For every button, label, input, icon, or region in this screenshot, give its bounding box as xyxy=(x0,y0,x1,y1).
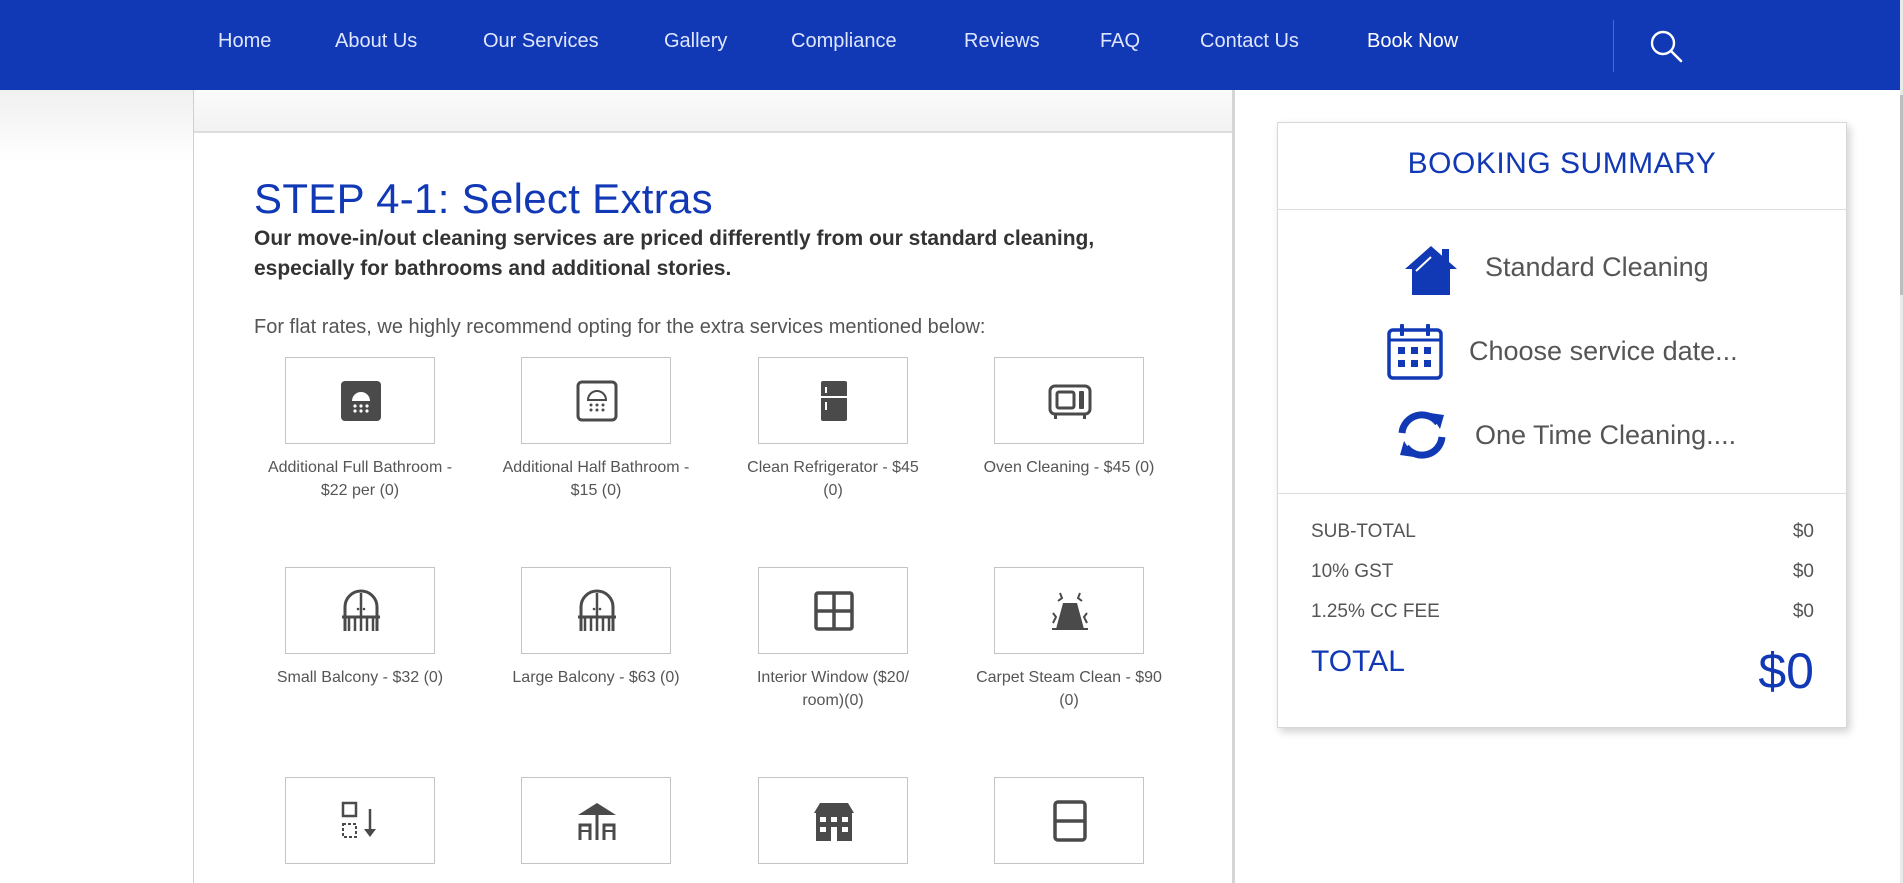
summary-divider xyxy=(1278,493,1846,494)
summary-divider xyxy=(1278,209,1846,210)
house-building-icon xyxy=(814,803,854,841)
nav-divider xyxy=(1613,20,1614,72)
nav-compliance[interactable]: Compliance xyxy=(791,30,897,53)
extra-label: Interior Window ($20/ room)(0) xyxy=(756,669,910,709)
nav-about-us[interactable]: About Us xyxy=(335,30,417,53)
half-bathroom-icon xyxy=(576,380,618,422)
small-balcony-icon xyxy=(342,589,380,631)
extra-half-bathroom[interactable]: Additional Half Bathroom - $15 (0) xyxy=(501,357,691,502)
extra-large-balcony[interactable]: Large Balcony - $63 (0) xyxy=(501,567,691,689)
extra-option-box[interactable] xyxy=(994,567,1144,654)
step-note: For flat rates, we highly recommend opti… xyxy=(254,316,986,338)
blind-window-icon xyxy=(1053,800,1087,842)
gst-value: $0 xyxy=(1792,561,1814,582)
extra-refrigerator[interactable]: Clean Refrigerator - $45 (0) xyxy=(738,357,928,502)
booking-summary-title: BOOKING SUMMARY xyxy=(1407,147,1717,180)
nav-book-now[interactable]: Book Now xyxy=(1367,30,1458,53)
extra-label: Small Balcony - $32 (0) xyxy=(276,669,444,686)
window-icon xyxy=(814,591,854,631)
extra-option-box[interactable] xyxy=(758,357,908,444)
search-icon[interactable] xyxy=(1648,28,1684,64)
extra-option-box[interactable] xyxy=(285,357,435,444)
extra-label: Additional Half Bathroom - $15 (0) xyxy=(502,459,690,499)
extra-option-box[interactable] xyxy=(521,357,671,444)
extra-ceiling[interactable] xyxy=(265,777,455,876)
extra-option-box[interactable] xyxy=(521,777,671,864)
full-bathroom-icon xyxy=(341,381,381,421)
extra-label: Large Balcony - $63 (0) xyxy=(512,669,680,686)
cc-fee-label: 1.25% CC FEE xyxy=(1311,601,1440,622)
step-title: STEP 4-1: Select Extras xyxy=(254,175,713,222)
summary-date-text: Choose service date... xyxy=(1469,336,1738,366)
extra-label: Clean Refrigerator - $45 (0) xyxy=(747,459,919,499)
nav-contact-us[interactable]: Contact Us xyxy=(1200,30,1299,53)
calendar-icon xyxy=(1387,324,1443,380)
ceiling-icon xyxy=(341,801,376,838)
extra-full-bathroom[interactable]: Additional Full Bathroom - $22 per (0) xyxy=(265,357,455,502)
top-navbar: Home About Us Our Services Gallery Compl… xyxy=(0,0,1900,90)
large-balcony-icon xyxy=(578,589,616,631)
cc-fee-value: $0 xyxy=(1792,601,1814,622)
nav-our-services[interactable]: Our Services xyxy=(483,30,599,53)
summary-service-text: Standard Cleaning xyxy=(1485,252,1709,282)
extra-option-box[interactable] xyxy=(758,567,908,654)
summary-service-row: Standard Cleaning xyxy=(1402,243,1742,295)
summary-date-row[interactable]: Choose service date... xyxy=(1386,323,1766,380)
total-label: TOTAL xyxy=(1311,645,1405,678)
extra-option-box[interactable] xyxy=(994,777,1144,864)
extra-oven[interactable]: Oven Cleaning - $45 (0) xyxy=(974,357,1164,479)
summary-frequency-row[interactable]: One Time Cleaning.... xyxy=(1394,407,1774,459)
extra-option-box[interactable] xyxy=(521,567,671,654)
refrigerator-icon xyxy=(821,381,847,421)
oven-icon xyxy=(1048,384,1092,419)
nav-gallery[interactable]: Gallery xyxy=(664,30,727,53)
extra-carpet-steam[interactable]: Carpet Steam Clean - $90 (0) xyxy=(974,567,1164,712)
total-value: $0 xyxy=(1758,643,1814,699)
extra-option-box[interactable] xyxy=(285,777,435,864)
porch-icon xyxy=(578,803,616,840)
extra-label: Additional Full Bathroom - $22 per (0) xyxy=(267,459,453,499)
subtotal-value: $0 xyxy=(1792,521,1814,542)
booking-summary-panel: BOOKING SUMMARY Standard Cleaning Choose… xyxy=(1277,122,1847,728)
extra-small-balcony[interactable]: Small Balcony - $32 (0) xyxy=(265,567,455,689)
step-description: Our move-in/out cleaning services are pr… xyxy=(254,227,1095,280)
nav-reviews[interactable]: Reviews xyxy=(964,30,1040,53)
refresh-icon xyxy=(1398,411,1446,459)
extra-option-box[interactable] xyxy=(994,357,1144,444)
extra-option-box[interactable] xyxy=(285,567,435,654)
gst-label: 10% GST xyxy=(1311,561,1394,582)
carpet-icon xyxy=(1052,592,1088,630)
extra-label: Carpet Steam Clean - $90 (0) xyxy=(976,669,1162,709)
extra-house-building[interactable] xyxy=(738,777,928,876)
extra-label: Oven Cleaning - $45 (0) xyxy=(983,459,1155,476)
nav-home[interactable]: Home xyxy=(218,30,271,53)
extra-interior-window[interactable]: Interior Window ($20/ room)(0) xyxy=(738,567,928,712)
house-icon xyxy=(1405,246,1457,295)
subtotal-label: SUB-TOTAL xyxy=(1311,521,1416,542)
summary-frequency-text: One Time Cleaning.... xyxy=(1475,420,1737,450)
nav-faq[interactable]: FAQ xyxy=(1100,30,1140,53)
page-fade xyxy=(0,90,193,160)
extra-option-box[interactable] xyxy=(758,777,908,864)
extra-blind-window[interactable] xyxy=(974,777,1164,876)
panel-top-band xyxy=(194,90,1232,133)
extra-porch[interactable] xyxy=(501,777,691,876)
